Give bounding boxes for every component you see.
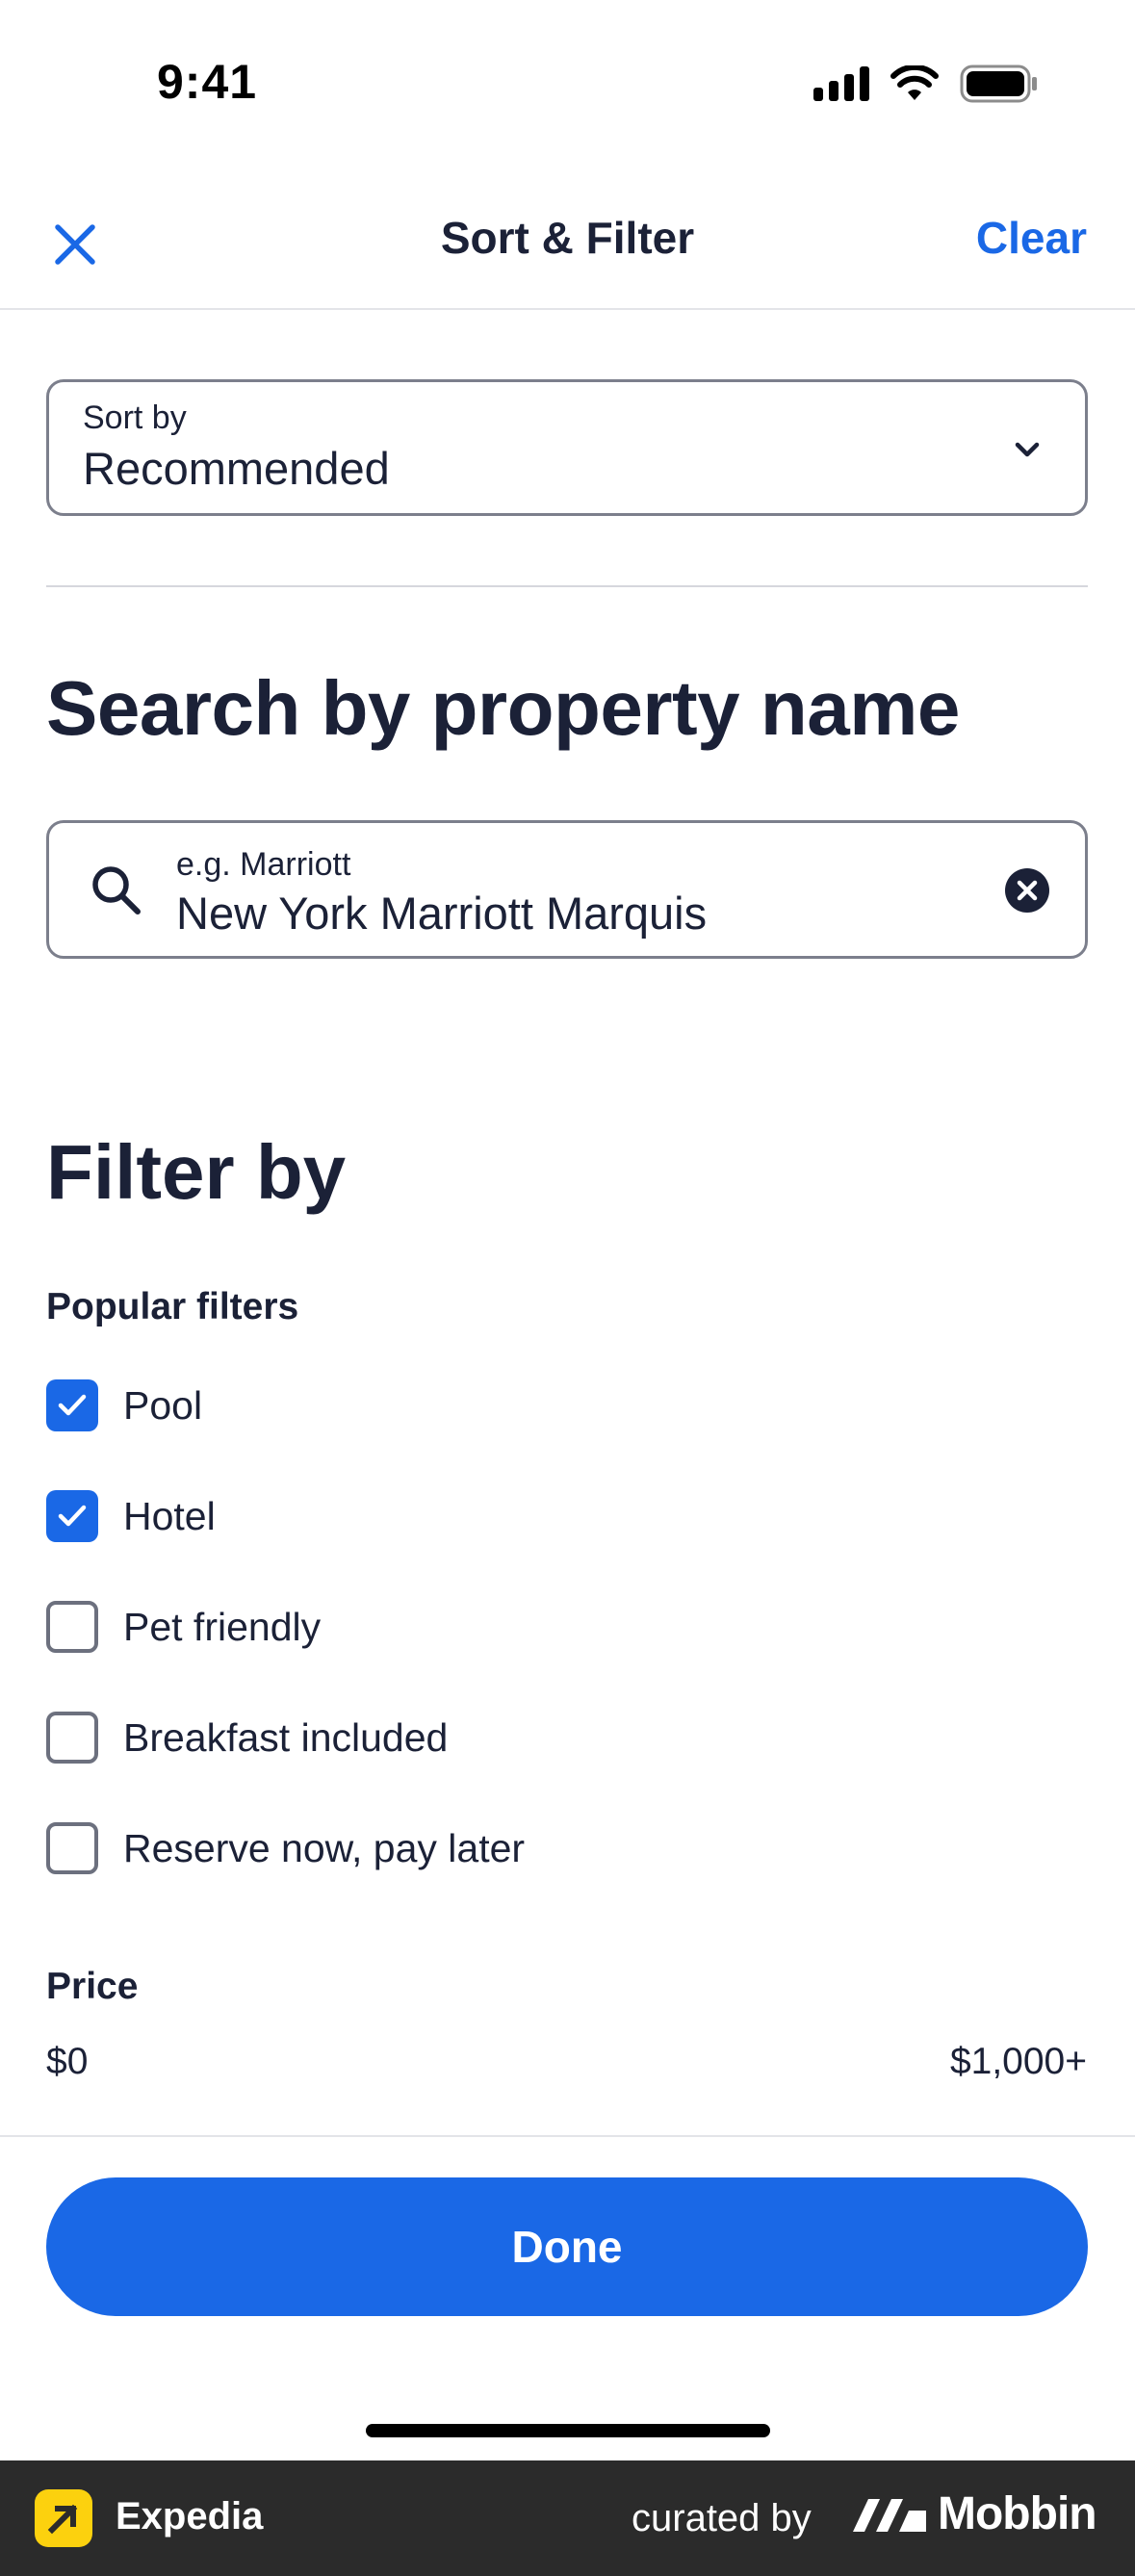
home-indicator	[366, 2424, 770, 2437]
cellular-signal-icon	[813, 66, 869, 101]
filter-checkbox[interactable]	[46, 1822, 98, 1874]
brand-bar: Expedia curated by Mobbin	[0, 2460, 1135, 2576]
expedia-logo-icon	[35, 2489, 92, 2547]
search-icon	[92, 866, 141, 914]
filter-checkbox[interactable]	[46, 1379, 98, 1431]
filter-label: Breakfast included	[123, 1714, 449, 1760]
filter-option[interactable]: Pet friendly	[46, 1598, 321, 1656]
modal-header: Sort & Filter Clear	[0, 183, 1135, 310]
property-search-input[interactable]: e.g. Marriott New York Marriott Marquis	[46, 820, 1088, 959]
battery-icon	[960, 64, 1037, 103]
filter-option[interactable]: Breakfast included	[46, 1709, 448, 1766]
checkmark-icon	[58, 1394, 87, 1416]
filter-checkbox[interactable]	[46, 1712, 98, 1764]
filter-label: Pet friendly	[123, 1604, 322, 1649]
search-placeholder-label: e.g. Marriott	[176, 846, 351, 883]
price-max-label: $1,000+	[949, 2041, 1087, 2082]
filter-by-title: Filter by	[46, 1129, 347, 1215]
sort-by-label: Sort by	[83, 399, 187, 436]
mobbin-wordmark: Mobbin	[938, 2488, 1097, 2539]
curated-by-label: curated by	[632, 2497, 812, 2539]
chevron-down-icon	[1015, 442, 1040, 457]
filter-label: Pool	[123, 1382, 203, 1428]
filter-option[interactable]: Hotel	[46, 1487, 216, 1545]
sort-by-select[interactable]: Sort by Recommended	[46, 379, 1088, 516]
done-button[interactable]: Done	[46, 2177, 1088, 2316]
filter-checkbox[interactable]	[46, 1490, 98, 1542]
popular-filters-heading: Popular filters	[46, 1286, 299, 1327]
checkmark-icon	[58, 1505, 87, 1527]
filter-label: Hotel	[123, 1493, 216, 1538]
page-title: Sort & Filter	[440, 213, 695, 263]
filter-option[interactable]: Reserve now, pay later	[46, 1819, 525, 1877]
clear-search-icon[interactable]	[1004, 867, 1050, 914]
sort-by-value: Recommended	[83, 443, 390, 494]
clear-button[interactable]: Clear	[976, 212, 1087, 264]
property-search-title: Search by property name	[46, 665, 960, 751]
mobbin-logo: Mobbin	[851, 2487, 1097, 2540]
mobbin-mark-icon	[853, 2498, 926, 2532]
status-time: 9:41	[157, 55, 258, 109]
wifi-icon	[890, 65, 939, 100]
filter-option[interactable]: Pool	[46, 1377, 202, 1434]
filter-label: Reserve now, pay later	[123, 1825, 526, 1870]
filter-checkbox[interactable]	[46, 1601, 98, 1653]
status-icons	[813, 62, 1039, 106]
search-value[interactable]: New York Marriott Marquis	[176, 887, 707, 940]
price-heading: Price	[46, 1966, 139, 2007]
price-min-label: $0	[46, 2041, 89, 2082]
app-name: Expedia	[116, 2495, 264, 2537]
status-bar: 9:41	[0, 0, 1135, 164]
section-divider	[46, 585, 1088, 587]
footer: Done	[0, 2135, 1135, 2459]
